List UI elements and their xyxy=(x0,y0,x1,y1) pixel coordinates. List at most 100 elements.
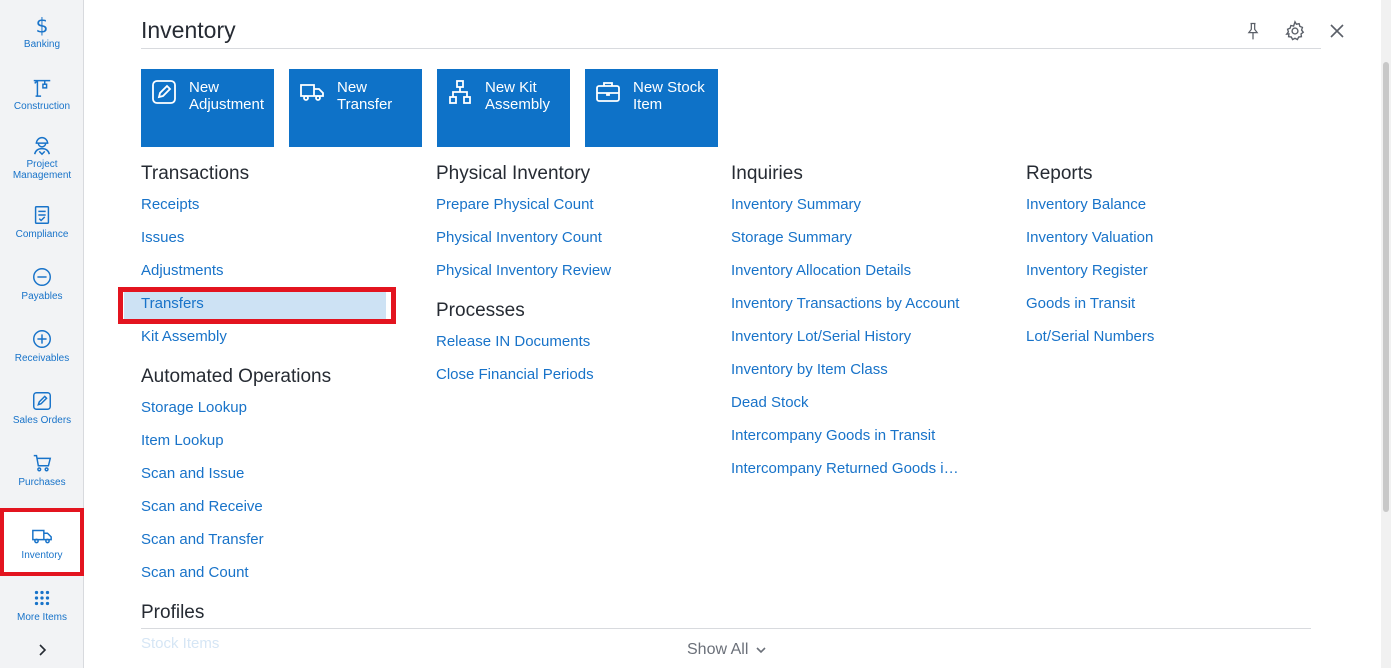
link-inventory-summary[interactable]: Inventory Summary xyxy=(731,188,981,221)
show-all-label: Show All xyxy=(687,641,749,658)
chevron-right-icon xyxy=(39,644,47,656)
link-physical-inventory-review[interactable]: Physical Inventory Review xyxy=(436,254,716,287)
link-scan-and-issue[interactable]: Scan and Issue xyxy=(141,457,421,490)
sidebar-item-receivables[interactable]: Receivables xyxy=(0,314,84,376)
section-title-transactions: Transactions xyxy=(141,163,250,184)
sidebar-item-payables[interactable]: Payables xyxy=(0,252,84,314)
link-kit-assembly[interactable]: Kit Assembly xyxy=(141,320,421,353)
crane-icon xyxy=(30,75,54,99)
sidebar-item-inventory[interactable]: Inventory xyxy=(0,508,84,576)
link-transfers[interactable]: Transfers xyxy=(124,287,386,320)
scrollbar-thumb[interactable] xyxy=(1383,62,1389,512)
workspace-footer: Show All xyxy=(141,628,1311,668)
truck-icon xyxy=(30,524,54,548)
link-inventory-register[interactable]: Inventory Register xyxy=(1026,254,1306,287)
chevron-down-icon xyxy=(756,647,766,654)
link-inventory-lot-serial-history[interactable]: Inventory Lot/Serial History xyxy=(731,320,981,353)
link-dead-stock[interactable]: Dead Stock xyxy=(731,386,981,419)
menu-column-3: Inquiries Inventory Summary Storage Summ… xyxy=(731,160,981,485)
sidebar-item-compliance[interactable]: Compliance xyxy=(0,190,84,252)
worker-icon xyxy=(30,133,54,157)
section-title-automated-operations: Automated Operations xyxy=(141,366,332,387)
section-title-reports: Reports xyxy=(1026,163,1093,184)
sidebar-item-construction[interactable]: Construction xyxy=(0,62,84,124)
close-button[interactable] xyxy=(1325,19,1349,43)
new-transfer-tile[interactable]: New Transfer xyxy=(289,69,422,147)
sidebar-expand-button[interactable] xyxy=(0,634,84,666)
app-window: $ Banking Construction Project Management… xyxy=(0,0,1391,668)
link-intercompany-returned-goods[interactable]: Intercompany Returned Goods i… xyxy=(731,452,981,485)
link-scan-and-count[interactable]: Scan and Count xyxy=(141,556,421,589)
sidebar-item-label: Purchases xyxy=(18,476,66,488)
link-physical-inventory-count[interactable]: Physical Inventory Count xyxy=(436,221,716,254)
pin-button[interactable] xyxy=(1241,19,1265,43)
tile-label-line1: New Kit xyxy=(485,79,537,96)
gear-icon xyxy=(1285,20,1305,41)
tile-label-line2: Adjustment xyxy=(189,96,265,113)
link-close-financial-periods[interactable]: Close Financial Periods xyxy=(436,358,716,391)
close-icon xyxy=(1330,24,1344,38)
sidebar-item-more-items[interactable]: More Items xyxy=(0,576,84,632)
section-title-profiles: Profiles xyxy=(141,602,205,623)
sidebar-item-label: Receivables xyxy=(14,352,70,364)
link-item-lookup[interactable]: Item Lookup xyxy=(141,424,421,457)
link-lot-serial-numbers[interactable]: Lot/Serial Numbers xyxy=(1026,320,1306,353)
sidebar-item-label: Inventory xyxy=(21,549,63,561)
hierarchy-icon xyxy=(449,80,471,104)
checklist-icon xyxy=(30,203,54,227)
link-intercompany-goods-in-transit[interactable]: Intercompany Goods in Transit xyxy=(731,419,981,452)
sidebar-item-label: Sales Orders xyxy=(12,414,72,426)
dots-grid-icon xyxy=(30,586,54,610)
new-stock-item-tile[interactable]: New Stock Item xyxy=(585,69,718,147)
new-kit-assembly-tile[interactable]: New Kit Assembly xyxy=(437,69,570,147)
menu-column-4: Reports Inventory Balance Inventory Valu… xyxy=(1026,160,1306,353)
link-inventory-transactions-by-account[interactable]: Inventory Transactions by Account xyxy=(731,287,981,320)
workspace-panel: Inventory New Adjustment New Transfer Ne… xyxy=(84,0,1391,668)
link-receipts[interactable]: Receipts xyxy=(141,188,421,221)
sidebar-item-purchases[interactable]: Purchases xyxy=(0,438,84,500)
page-title: Inventory xyxy=(141,17,236,43)
section-title-processes: Processes xyxy=(436,300,525,321)
tile-label-line1: New Stock xyxy=(633,79,705,96)
menu-column-1: Transactions Receipts Issues Adjustments… xyxy=(124,160,421,660)
vertical-scrollbar[interactable] xyxy=(1381,0,1391,668)
link-storage-summary[interactable]: Storage Summary xyxy=(731,221,981,254)
menu-column-2: Physical Inventory Prepare Physical Coun… xyxy=(436,160,716,391)
sidebar-item-label: Banking xyxy=(23,38,61,50)
link-inventory-balance[interactable]: Inventory Balance xyxy=(1026,188,1306,221)
edit-square-icon xyxy=(152,80,176,104)
tile-label-line1: New xyxy=(337,79,368,96)
link-scan-and-transfer[interactable]: Scan and Transfer xyxy=(141,523,421,556)
link-adjustments[interactable]: Adjustments xyxy=(141,254,421,287)
link-release-in-documents[interactable]: Release IN Documents xyxy=(436,325,716,358)
tile-label-line2: Assembly xyxy=(485,96,551,113)
new-adjustment-tile[interactable]: New Adjustment xyxy=(141,69,274,147)
section-title-physical-inventory: Physical Inventory xyxy=(436,163,591,184)
workspace-header: Inventory xyxy=(141,0,1344,49)
link-prepare-physical-count[interactable]: Prepare Physical Count xyxy=(436,188,716,221)
sidebar-item-banking[interactable]: $ Banking xyxy=(0,0,84,62)
sidebar-item-label: Construction xyxy=(13,100,71,112)
link-inventory-allocation-details[interactable]: Inventory Allocation Details xyxy=(731,254,981,287)
briefcase-icon xyxy=(596,82,620,102)
sidebar-item-label: More Items xyxy=(16,611,67,623)
sidebar-item-label: Payables xyxy=(21,290,63,302)
link-inventory-by-item-class[interactable]: Inventory by Item Class xyxy=(731,353,981,386)
header-actions xyxy=(1241,19,1349,43)
pin-icon xyxy=(1247,22,1259,40)
settings-button[interactable] xyxy=(1283,19,1307,43)
sidebar-item-label: Project Management xyxy=(12,159,72,181)
module-sidebar: $ Banking Construction Project Management… xyxy=(0,0,84,668)
tile-label-line2: Item xyxy=(633,96,663,113)
link-inventory-valuation[interactable]: Inventory Valuation xyxy=(1026,221,1306,254)
tile-label-line1: New xyxy=(189,79,220,96)
truck-icon xyxy=(300,84,324,101)
link-storage-lookup[interactable]: Storage Lookup xyxy=(141,391,421,424)
link-scan-and-receive[interactable]: Scan and Receive xyxy=(141,490,421,523)
sidebar-item-project-management[interactable]: Project Management xyxy=(0,124,84,190)
sidebar-item-sales-orders[interactable]: Sales Orders xyxy=(0,376,84,438)
link-goods-in-transit[interactable]: Goods in Transit xyxy=(1026,287,1306,320)
show-all-button[interactable]: Show All xyxy=(687,641,766,659)
link-issues[interactable]: Issues xyxy=(141,221,421,254)
quick-action-tiles: New Adjustment New Transfer New Kit Assembl… xyxy=(141,69,718,147)
